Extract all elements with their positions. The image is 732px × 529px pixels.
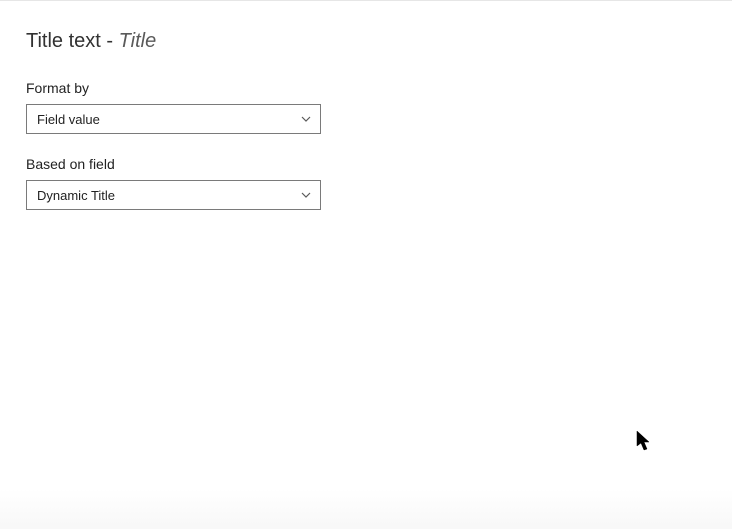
chevron-down-icon xyxy=(300,113,312,125)
title-suffix: Title xyxy=(119,30,157,52)
based-on-field-label: Based on field xyxy=(26,156,706,172)
top-divider xyxy=(0,0,732,1)
based-on-field-group: Based on field Dynamic Title xyxy=(26,156,706,210)
mouse-cursor-icon xyxy=(636,430,654,452)
dialog-title: Title text - Title xyxy=(26,28,706,54)
format-by-value: Field value xyxy=(37,112,100,127)
title-prefix: Title text - xyxy=(26,30,119,52)
format-by-dropdown[interactable]: Field value xyxy=(26,104,321,134)
based-on-field-dropdown[interactable]: Dynamic Title xyxy=(26,180,321,210)
dialog-content: Title text - Title Format by Field value… xyxy=(0,0,732,210)
format-by-group: Format by Field value xyxy=(26,80,706,134)
chevron-down-icon xyxy=(300,189,312,201)
based-on-field-value: Dynamic Title xyxy=(37,188,115,203)
format-by-label: Format by xyxy=(26,80,706,96)
bottom-gradient xyxy=(0,489,732,529)
